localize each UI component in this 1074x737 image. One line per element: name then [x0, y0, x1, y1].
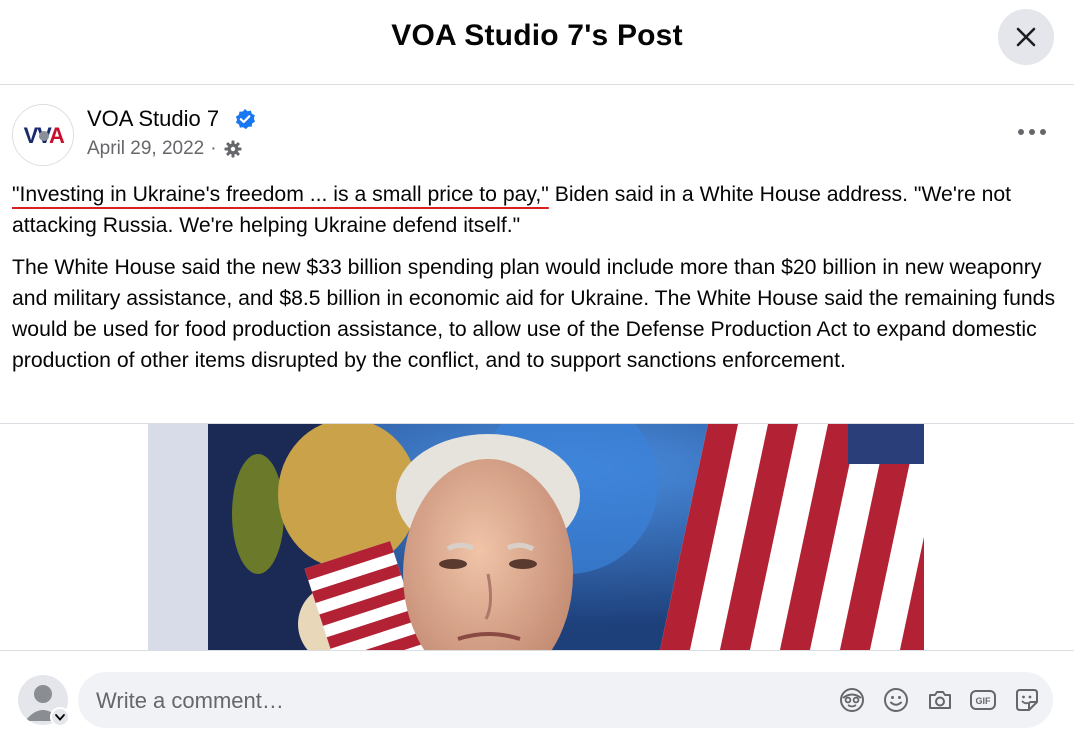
comment-placeholder: Write a comment…: [96, 688, 284, 713]
post-paragraph: "Investing in Ukraine's freedom ... is a…: [12, 179, 1062, 241]
post-header: V A V VOA Studio 7 April 29, 2022 ·: [12, 104, 1062, 166]
biden-quote: "Investing in Ukraine's freedom ... is a…: [12, 183, 549, 206]
svg-text:V: V: [24, 123, 39, 148]
profile-switch-button[interactable]: [50, 707, 70, 727]
gear-icon: [224, 140, 242, 158]
verified-badge-icon: [235, 109, 255, 130]
more-options-button[interactable]: [1012, 114, 1052, 150]
avatar-sticker-icon: [840, 688, 864, 712]
post-paragraph: The White House said the new $33 billion…: [12, 256, 1056, 372]
camera-icon: [929, 691, 951, 709]
comment-input[interactable]: Write a comment… GIF: [78, 672, 1053, 728]
camera-button[interactable]: [926, 686, 954, 714]
author-name[interactable]: VOA Studio 7: [87, 106, 219, 132]
sticker-icon: [1016, 689, 1038, 711]
post-photo[interactable]: [148, 424, 924, 650]
close-icon: [1016, 27, 1036, 47]
post-modal-header: VOA Studio 7's Post: [0, 0, 1074, 85]
comment-composer: Write a comment… GIF: [0, 650, 1074, 737]
post-date[interactable]: April 29, 2022: [87, 138, 204, 160]
page-title: VOA Studio 7's Post: [391, 19, 683, 52]
svg-text:A: A: [49, 123, 65, 148]
gif-button[interactable]: GIF: [969, 686, 997, 714]
page-avatar[interactable]: V A V: [12, 104, 74, 166]
chevron-down-icon: [55, 713, 65, 721]
photo-illustration: [148, 424, 924, 650]
post-meta: April 29, 2022 ·: [87, 138, 243, 160]
avatar-sticker-button[interactable]: [838, 686, 866, 714]
voa-logo: V A V: [13, 105, 73, 165]
emoji-icon: [884, 688, 908, 712]
close-button[interactable]: [998, 9, 1054, 65]
sticker-button[interactable]: [1013, 686, 1041, 714]
post-body: "Investing in Ukraine's freedom ... is a…: [12, 179, 1062, 387]
svg-text:GIF: GIF: [976, 696, 992, 706]
more-icon: [1018, 129, 1046, 135]
emoji-button[interactable]: [882, 686, 910, 714]
gif-icon: GIF: [970, 690, 996, 710]
meta-separator: ·: [210, 138, 217, 159]
